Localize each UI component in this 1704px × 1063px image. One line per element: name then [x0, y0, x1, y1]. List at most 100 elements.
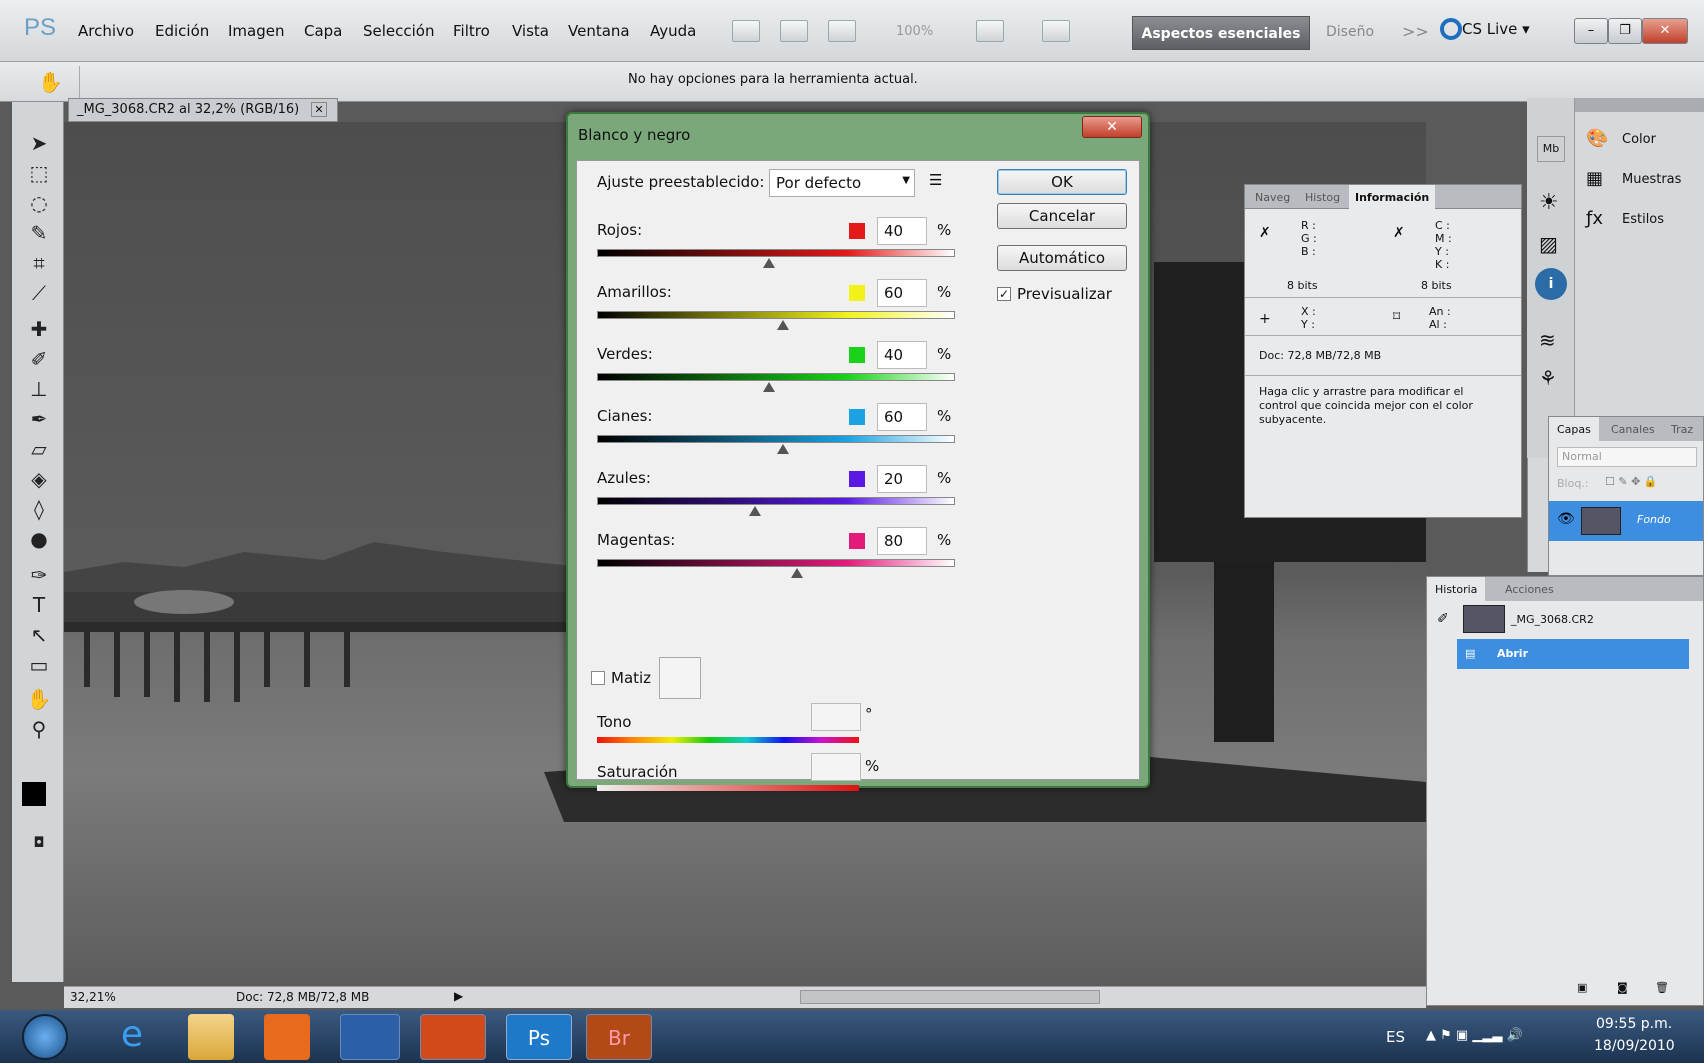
channel-slider-thumb[interactable] — [762, 258, 775, 268]
healing-brush-tool-icon[interactable]: ✚ — [26, 316, 52, 342]
tab-historia[interactable]: Historia — [1427, 577, 1486, 601]
channel-value-input[interactable]: 40 — [877, 341, 927, 369]
tab-histograma[interactable]: Histog — [1305, 191, 1340, 204]
cancel-button[interactable]: Cancelar — [997, 203, 1127, 229]
tab-capas[interactable]: Capas — [1549, 417, 1599, 441]
quick-mask-icon[interactable]: ◘ — [26, 830, 52, 856]
history-brush-tool-icon[interactable]: ✒ — [26, 406, 52, 432]
quick-selection-tool-icon[interactable]: ✎ — [26, 220, 52, 246]
menu-seleccion[interactable]: Selección — [363, 22, 435, 40]
blend-mode-select[interactable]: Normal — [1557, 447, 1697, 467]
bridge-icon[interactable] — [732, 20, 760, 42]
zoom-percentage[interactable]: 32,21% — [70, 990, 116, 1004]
brush-tool-icon[interactable]: ✐ — [26, 346, 52, 372]
preset-options-icon[interactable]: ☰ — [929, 171, 942, 189]
info-panel-icon[interactable]: i — [1535, 268, 1567, 300]
layer-row-fondo[interactable]: 👁 Fondo — [1549, 501, 1703, 541]
move-tool-icon[interactable]: ➤ — [26, 130, 52, 156]
start-button[interactable] — [22, 1014, 68, 1060]
minimize-button[interactable]: – — [1574, 18, 1608, 44]
bridge-taskbar-icon[interactable]: Br — [586, 1014, 652, 1060]
photoshop-taskbar-icon[interactable]: Ps — [506, 1014, 572, 1060]
preview-checkbox[interactable]: ✓ — [997, 287, 1011, 301]
path-selection-tool-icon[interactable]: ↖ — [26, 622, 52, 648]
tone-input[interactable] — [811, 703, 861, 731]
adjustments-panel-icon[interactable]: ☀ — [1539, 190, 1559, 215]
new-document-icon[interactable]: ▣ — [1577, 981, 1587, 994]
tab-trazados[interactable]: Traz — [1671, 423, 1693, 436]
restore-button[interactable]: ❐ — [1608, 18, 1642, 44]
tint-checkbox[interactable] — [591, 671, 605, 685]
tab-acciones[interactable]: Acciones — [1505, 583, 1554, 596]
channel-value-input[interactable]: 20 — [877, 465, 927, 493]
zoom-level[interactable]: 100% — [896, 24, 933, 39]
view-extras-icon[interactable] — [828, 20, 856, 42]
clock-date[interactable]: 18/09/2010 — [1594, 1038, 1675, 1054]
history-snapshot-row[interactable]: ✐ _MG_3068.CR2 — [1427, 603, 1703, 637]
more-workspaces-button[interactable]: >> — [1402, 22, 1429, 41]
tint-color-swatch[interactable] — [659, 657, 701, 699]
dock-item-color[interactable]: Color — [1622, 132, 1656, 147]
media-player-icon[interactable] — [264, 1014, 310, 1060]
saturation-input[interactable] — [811, 753, 861, 781]
auto-button[interactable]: Automático — [997, 245, 1127, 271]
tab-navegador[interactable]: Naveg — [1255, 191, 1290, 204]
clock-time[interactable]: 09:55 p.m. — [1596, 1016, 1672, 1032]
menu-edicion[interactable]: Edición — [155, 22, 209, 40]
powerpoint-icon[interactable] — [420, 1014, 486, 1060]
channel-slider[interactable] — [597, 249, 955, 257]
swatches-panel-icon[interactable]: ▦ — [1586, 168, 1603, 189]
word-icon[interactable] — [340, 1014, 400, 1060]
horizontal-scrollbar[interactable] — [800, 990, 1100, 1004]
language-indicator[interactable]: ES — [1386, 1028, 1405, 1046]
styles-panel-icon[interactable]: ƒx — [1586, 208, 1603, 229]
menu-imagen[interactable]: Imagen — [228, 22, 284, 40]
new-snapshot-icon[interactable]: ◙ — [1617, 981, 1628, 994]
arrange-documents-icon[interactable] — [976, 20, 1004, 42]
menu-vista[interactable]: Vista — [512, 22, 549, 40]
explorer-folder-icon[interactable] — [188, 1014, 234, 1060]
foreground-color-swatch[interactable] — [22, 782, 46, 806]
history-brush-source-icon[interactable]: ✐ — [1437, 611, 1449, 627]
tray-icons[interactable]: ▲ ⚑ ▣ ▁▂▃ 🔊 — [1426, 1028, 1523, 1043]
shape-tool-icon[interactable]: ▭ — [26, 652, 52, 678]
tone-slider[interactable] — [597, 737, 859, 743]
channel-slider-thumb[interactable] — [791, 568, 804, 578]
channel-slider-thumb[interactable] — [748, 506, 761, 516]
channel-slider-thumb[interactable] — [777, 320, 790, 330]
brush-presets-icon[interactable]: ≋ — [1539, 328, 1556, 352]
menu-filtro[interactable]: Filtro — [453, 22, 490, 40]
dialog-close-button[interactable]: ✕ — [1082, 116, 1142, 138]
screen-mode-icon[interactable] — [1042, 20, 1070, 42]
clone-source-icon[interactable]: ⚘ — [1539, 366, 1557, 390]
pen-tool-icon[interactable]: ✑ — [26, 562, 52, 588]
workspace-essentials-button[interactable]: Aspectos esenciales — [1132, 16, 1310, 50]
internet-explorer-icon[interactable]: e — [100, 1014, 164, 1060]
channel-slider[interactable] — [597, 559, 955, 567]
minibridge-panel-icon[interactable]: Mb — [1537, 136, 1565, 162]
dialog-titlebar[interactable]: Blanco y negro ✕ — [568, 114, 1148, 152]
dock-item-styles[interactable]: Estilos — [1622, 212, 1664, 227]
hand-tool-icon[interactable]: ✋ — [26, 686, 52, 712]
hand-tool-preset-icon[interactable]: ✋ — [20, 66, 80, 98]
tab-informacion[interactable]: Información — [1349, 185, 1436, 209]
eraser-tool-icon[interactable]: ▱ — [26, 436, 52, 462]
paint-bucket-tool-icon[interactable]: ◈ — [26, 466, 52, 492]
menu-ventana[interactable]: Ventana — [568, 22, 630, 40]
document-tab[interactable]: _MG_3068.CR2 al 32,2% (RGB/16) ✕ — [68, 98, 338, 122]
color-panel-icon[interactable]: 🎨 — [1586, 128, 1608, 149]
marquee-tool-icon[interactable]: ⬚ — [26, 160, 52, 186]
channel-value-input[interactable]: 80 — [877, 527, 927, 555]
menu-ayuda[interactable]: Ayuda — [650, 22, 696, 40]
channel-slider-thumb[interactable] — [777, 444, 790, 454]
mini-bridge-icon[interactable] — [780, 20, 808, 42]
clone-stamp-tool-icon[interactable]: ⊥ — [26, 376, 52, 402]
trash-icon[interactable]: 🗑 — [1655, 981, 1669, 994]
eyedropper-tool-icon[interactable]: ⟋ — [26, 280, 52, 306]
channel-value-input[interactable]: 40 — [877, 217, 927, 245]
channel-slider-thumb[interactable] — [762, 382, 775, 392]
saturation-slider[interactable] — [597, 785, 859, 791]
dock-item-swatches[interactable]: Muestras — [1622, 172, 1681, 187]
blur-tool-icon[interactable]: ◊ — [26, 496, 52, 522]
eye-icon[interactable]: 👁 — [1557, 511, 1575, 527]
